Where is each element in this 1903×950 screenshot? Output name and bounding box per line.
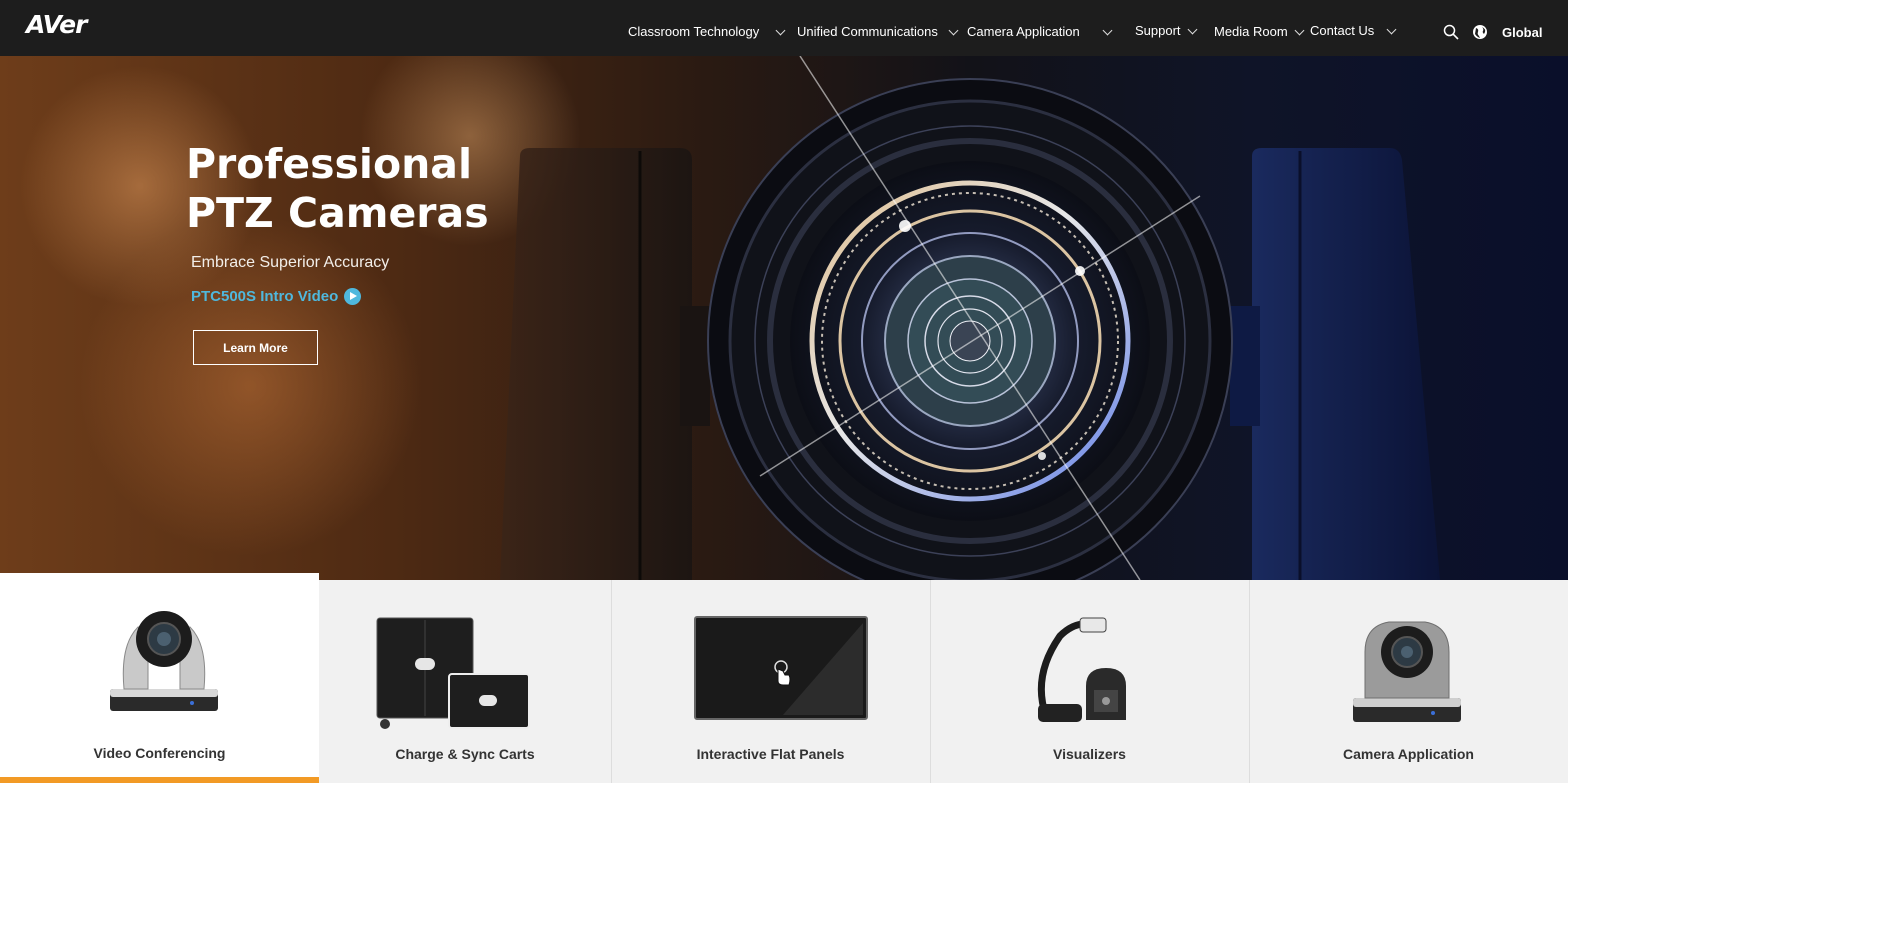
flat-panel-icon bbox=[694, 616, 868, 720]
category-interactive-flat-panels[interactable]: Interactive Flat Panels bbox=[611, 580, 931, 783]
category-label: Interactive Flat Panels bbox=[696, 746, 845, 762]
chevron-down-icon bbox=[1102, 25, 1113, 35]
nav-contact-us[interactable]: Contact Us bbox=[1310, 23, 1397, 38]
ptz-camera-icon bbox=[110, 611, 218, 711]
nav-label: Contact Us bbox=[1310, 23, 1375, 38]
globe-icon[interactable] bbox=[1472, 24, 1488, 40]
intro-video-label: PTC500S Intro Video bbox=[191, 288, 339, 305]
hero-title-line2: PTZ Cameras bbox=[186, 189, 489, 237]
category-camera-application[interactable]: Camera Application bbox=[1249, 580, 1568, 783]
learn-more-button[interactable]: Learn More bbox=[193, 330, 318, 365]
category-label: Video Conferencing bbox=[93, 745, 226, 761]
chevron-down-icon bbox=[1294, 25, 1305, 35]
nav-classroom-technology[interactable]: Classroom Technology bbox=[628, 24, 786, 39]
active-indicator bbox=[0, 777, 319, 783]
category-label: Visualizers bbox=[1053, 746, 1126, 762]
intro-video-link[interactable]: PTC500S Intro Video bbox=[191, 288, 362, 305]
category-visualizers[interactable]: Visualizers bbox=[930, 580, 1250, 783]
ptz-camera-icon bbox=[1353, 621, 1461, 722]
chevron-down-icon bbox=[1386, 24, 1397, 34]
nav-label: Camera Application bbox=[967, 24, 1080, 39]
category-video-conferencing[interactable]: Video Conferencing bbox=[0, 573, 319, 783]
nav-media-room[interactable]: Media Room bbox=[1214, 24, 1305, 39]
hero-subtitle: Embrace Superior Accuracy bbox=[191, 254, 390, 271]
chevron-down-icon bbox=[1187, 24, 1197, 34]
hero-banner: Professional PTZ Cameras Embrace Superio… bbox=[0, 56, 1568, 580]
nav-support[interactable]: Support bbox=[1135, 23, 1197, 38]
category-label: Charge & Sync Carts bbox=[395, 746, 535, 762]
product-category-strip: Video Conferencing Charge & Sync Carts I… bbox=[0, 573, 1568, 783]
nav-unified-communications[interactable]: Unified Communications bbox=[797, 24, 959, 39]
nav-label: Support bbox=[1135, 23, 1181, 38]
charging-cart-icon bbox=[376, 617, 530, 729]
document-camera-icon bbox=[1037, 617, 1126, 722]
search-icon[interactable] bbox=[1443, 24, 1459, 40]
play-icon[interactable] bbox=[344, 288, 362, 305]
hero-title: Professional PTZ Cameras bbox=[186, 140, 489, 238]
nav-label: Media Room bbox=[1214, 24, 1288, 39]
aver-logo[interactable]: AVer bbox=[26, 10, 87, 39]
nav-camera-application[interactable]: Camera Application bbox=[967, 24, 1113, 39]
region-selector[interactable]: Global bbox=[1502, 25, 1542, 40]
top-navigation-bar: AVer Classroom Technology Unified Commun… bbox=[0, 0, 1568, 56]
ptz-camera-lens-image bbox=[500, 56, 1440, 580]
chevron-down-icon bbox=[948, 25, 959, 35]
chevron-down-icon bbox=[775, 25, 786, 35]
category-label: Camera Application bbox=[1343, 746, 1474, 762]
category-charge-sync-carts[interactable]: Charge & Sync Carts bbox=[319, 580, 612, 783]
nav-label: Classroom Technology bbox=[628, 24, 760, 39]
hero-title-line1: Professional bbox=[186, 140, 473, 188]
nav-label: Unified Communications bbox=[797, 24, 938, 39]
